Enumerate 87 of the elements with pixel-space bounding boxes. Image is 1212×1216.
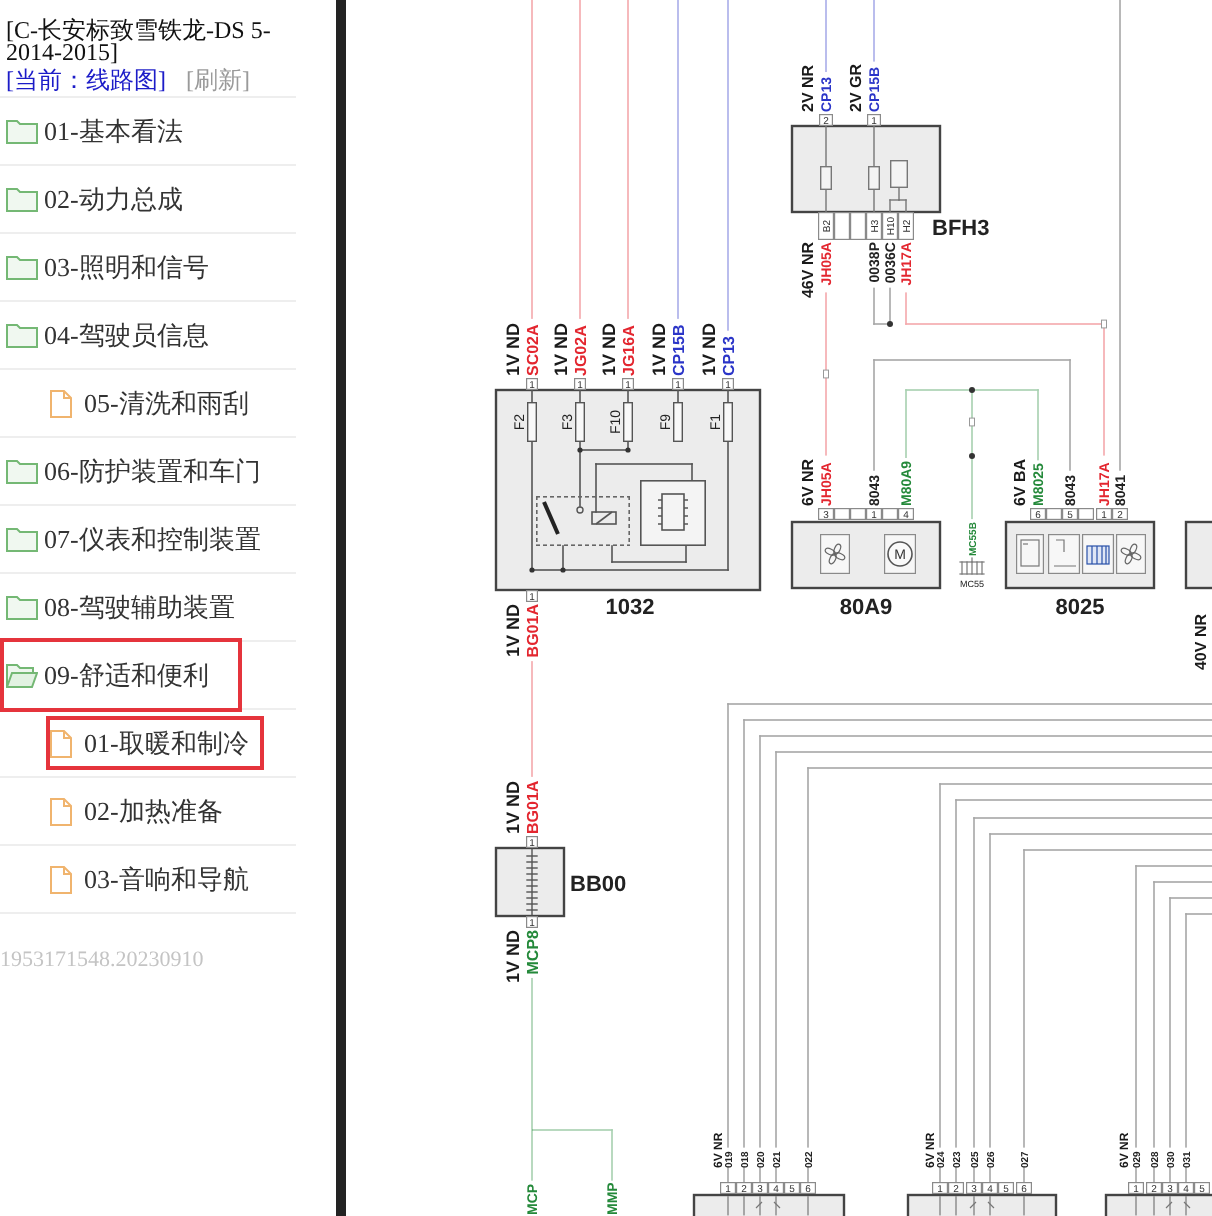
wire-code-label: BG01A xyxy=(523,604,542,658)
junction-dot-icon xyxy=(560,567,566,573)
footer-text: 1953171548.20230910 xyxy=(0,946,206,974)
component-label: BFH3 xyxy=(932,217,990,241)
tree-item[interactable]: 07-仪表和控制装置 xyxy=(0,502,295,576)
file-icon xyxy=(50,389,72,417)
wire-gauge-label: 2V NR xyxy=(799,64,817,112)
component-label: BB00 xyxy=(570,873,627,897)
tree-item[interactable]: 04-驾驶员信息 xyxy=(0,298,243,372)
tree-item[interactable]: 01-基本看法 xyxy=(0,94,217,168)
wire-gauge-label: 46V NR xyxy=(799,242,817,299)
tree-item[interactable]: 06-防护装置和车门 xyxy=(0,434,295,508)
component-box xyxy=(1184,520,1212,590)
component-label: 8025 xyxy=(1055,596,1105,620)
wire-gauge-label: 1V ND xyxy=(649,322,669,376)
wire-code-label: SC02A xyxy=(523,324,542,376)
component-label: 1032 xyxy=(605,596,655,620)
internal-wiring xyxy=(825,125,907,213)
chip-icon xyxy=(640,480,706,546)
junction-dot-icon xyxy=(969,387,975,393)
wire xyxy=(807,1166,809,1182)
current-view-label: [当前：线路图] xyxy=(6,66,166,94)
wire xyxy=(531,661,533,777)
wire-code-label: CP15B xyxy=(669,324,688,376)
relay-icon xyxy=(536,496,630,546)
file-icon xyxy=(50,797,72,825)
wire xyxy=(825,0,827,72)
tree-item[interactable]: 08-驾驶辅助装置 xyxy=(0,570,269,644)
tree-item[interactable]: 01-取暖和制冷 xyxy=(46,716,265,770)
file-icon xyxy=(50,729,72,757)
connector-pin xyxy=(1078,508,1094,520)
tree-item[interactable]: 05-清洗和雨刮 xyxy=(46,376,265,430)
tree-item[interactable]: 03-音响和导航 xyxy=(46,852,265,906)
fan-icon xyxy=(1116,534,1146,574)
internal-wiring xyxy=(1135,1196,1191,1216)
fuse-icon xyxy=(673,402,683,442)
bracket-icon xyxy=(1048,534,1080,574)
junction-dot-icon xyxy=(969,453,975,459)
wire-code-label: MCP8 xyxy=(523,930,542,975)
fuse-icon xyxy=(890,160,908,188)
component-label: 80A9 xyxy=(839,596,893,620)
wire-gauge-label: 6V BA xyxy=(1011,458,1029,506)
splice-marker-icon xyxy=(1101,319,1107,329)
wire-code-label: CP13 xyxy=(719,335,738,376)
fuse-icon xyxy=(575,402,585,442)
tree-item[interactable]: 02-加热准备 xyxy=(46,784,239,838)
connector-pin xyxy=(1046,508,1062,520)
wire xyxy=(873,0,875,62)
internal-wiring xyxy=(727,1196,809,1216)
wire-gauge-label: 1V ND xyxy=(599,322,619,376)
tree-item[interactable]: 02-动力总成 xyxy=(0,162,217,236)
junction-dot-icon xyxy=(625,447,631,453)
file-icon xyxy=(50,865,72,893)
document-title: [C-长安标致雪铁龙-DS 5- 2014-2015] xyxy=(6,20,273,64)
wire-gauge-label: 1V ND xyxy=(503,780,523,834)
junction-dot-icon xyxy=(529,567,535,573)
connector-pin xyxy=(882,508,898,520)
fuse-icon xyxy=(868,166,880,190)
wire-gauge-label: 1V ND xyxy=(503,604,523,658)
wire-code-label: JG02A xyxy=(571,325,590,376)
ground-icon xyxy=(959,557,985,575)
wire-gauge-label: 1V ND xyxy=(699,322,719,376)
panel-icon xyxy=(1016,534,1044,574)
wire-gauge-label: 2V GR xyxy=(847,63,865,112)
wire-gauge-label: 40V NR xyxy=(1192,614,1210,671)
fuse-icon xyxy=(723,402,733,442)
wire-gauge-label: 1V ND xyxy=(503,930,523,984)
junction-dot-icon xyxy=(887,321,893,327)
wire-code-label: BG01A xyxy=(523,780,542,834)
fan-icon xyxy=(820,534,850,574)
wire xyxy=(1023,1166,1025,1182)
component-box xyxy=(494,846,566,918)
heater-icon xyxy=(526,848,538,916)
junction-dot-icon xyxy=(577,447,583,453)
fuse-icon xyxy=(623,402,633,442)
wire-gauge-label: 6V NR xyxy=(799,458,817,506)
tree-item[interactable]: 09-舒适和便利 xyxy=(0,638,243,712)
wire-gauge-label: 1V ND xyxy=(551,322,571,376)
wire-code-label: JG16A xyxy=(619,325,638,376)
splice-marker-icon xyxy=(969,417,975,427)
tree-item[interactable]: 03-照明和信号 xyxy=(0,230,243,304)
splice-marker-icon xyxy=(823,369,829,379)
heater-icon xyxy=(1082,534,1114,574)
wire-gauge-label: 1V ND xyxy=(503,322,523,376)
fuse-icon xyxy=(820,166,832,190)
fuse-icon xyxy=(527,402,537,442)
internal-wiring xyxy=(939,1196,1025,1216)
